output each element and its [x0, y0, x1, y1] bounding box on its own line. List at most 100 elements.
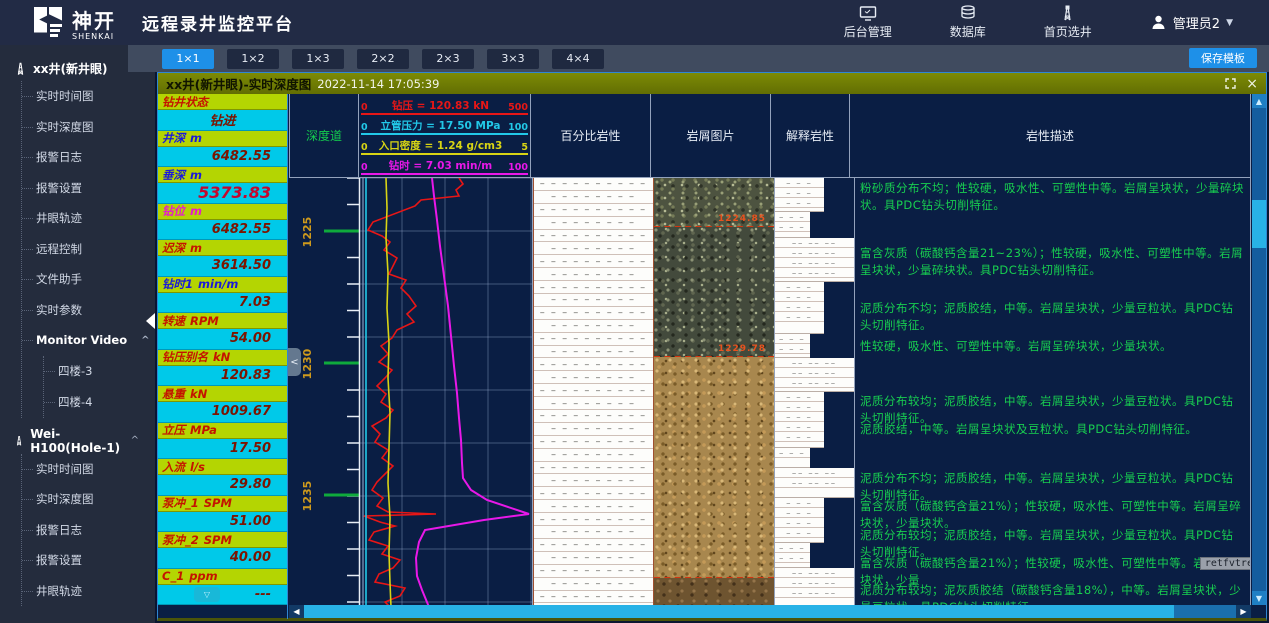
param-value-text: 51.00 — [230, 514, 271, 529]
scroll-left-button[interactable]: ◀ — [289, 605, 304, 618]
lithology-symbol-row: ‒ ‒ ‒ ‒ ‒ ‒ ‒ ‒ — [534, 500, 653, 513]
param-value: 6482.55 — [158, 220, 287, 241]
param-value: 3614.50 — [158, 256, 287, 277]
tab-layout-4×4[interactable]: 4×4 — [552, 49, 604, 69]
sidebar-collapse-arrow-icon[interactable] — [146, 313, 155, 329]
layout-tabs: 1×1 1×2 1×3 2×2 2×3 3×3 4×4 — [162, 49, 604, 69]
sidebar-item-报警设置[interactable]: 报警设置 — [22, 545, 155, 576]
tab-layout-3×3[interactable]: 3×3 — [487, 49, 539, 69]
sidebar-item-井眼轨迹[interactable]: 井眼轨迹 — [22, 576, 155, 607]
chart-column-headers: 深度道0钻压 = 120.83 kN5000立管压力 = 17.50 MPa10… — [289, 94, 1251, 178]
derrick-icon — [14, 61, 27, 76]
sidebar-item-报警日志[interactable]: 报警日志 — [22, 142, 155, 173]
tab-layout-1×3[interactable]: 1×3 — [292, 49, 344, 69]
sidebar-item-实时参数[interactable]: 实时参数 — [22, 295, 155, 326]
menu-backend-management[interactable]: 后台管理 — [844, 6, 892, 40]
param-name: C_1 — [162, 569, 184, 583]
close-icon[interactable]: × — [1246, 77, 1258, 91]
sidebar-item-远程控制[interactable]: 远程控制 — [22, 234, 155, 265]
scroll-right-button[interactable]: ▶ — [1236, 605, 1251, 618]
param-name: 钻井状态 — [162, 94, 208, 110]
lithology-symbol-row: ‒ ‒ ‒ ‒ ‒ ‒ ‒ ‒ ‒ ‒ — [534, 487, 653, 500]
tab-layout-2×2[interactable]: 2×2 — [357, 49, 409, 69]
lithology-symbol-row: ‒ ‒ ‒ — [775, 412, 824, 422]
param-label: 垂深m — [158, 167, 287, 183]
menu-home-well-select[interactable]: 首页选井 — [1044, 5, 1092, 40]
scroll-down-button[interactable]: ▼ — [1252, 591, 1266, 605]
curve-legend-row: 0钻压 = 120.83 kN500 — [361, 97, 528, 115]
lithology-symbol-row: ‒ ‒ ‒ — [775, 212, 810, 222]
lithology-symbol-row: ‒ ‒ ‒ — [775, 188, 824, 198]
lithology-symbol-row: ‒ ‒ ‒ ‒ ‒ ‒ ‒ ‒ — [534, 552, 653, 565]
lithology-symbol-row: ‒ ‒ ‒ — [775, 392, 824, 402]
lithology-symbol-row: ‒‒ ‒‒ ‒‒ — [775, 468, 854, 478]
lithology-symbol-row: ‒ ‒ ‒ ‒ ‒ ‒ ‒ ‒ — [534, 526, 653, 539]
param-unit: m — [190, 204, 202, 218]
save-template-button[interactable]: 保存模板 — [1189, 48, 1257, 68]
lithology-description: 泥质分布较均；泥灰质胶结（碳酸钙含量18%），中等。岩屑呈块状，少量豆粒状。具P… — [860, 582, 1244, 607]
sidebar-item-实时深度图[interactable]: 实时深度图 — [22, 484, 155, 515]
param-value-text: 54.00 — [230, 331, 271, 346]
lithology-symbol-row: ‒ ‒ ‒ ‒ ‒ ‒ ‒ ‒ — [534, 578, 653, 591]
sidebar-item-报警日志[interactable]: 报警日志 — [22, 515, 155, 546]
curve-min: 0 — [361, 162, 379, 173]
tab-layout-1×2[interactable]: 1×2 — [227, 49, 279, 69]
lithology-symbol-row: ‒ ‒ ‒ ‒ ‒ ‒ ‒ ‒ ‒ ‒ — [534, 255, 653, 268]
menu-database[interactable]: 数据库 — [950, 5, 986, 40]
curve-min: 0 — [361, 102, 379, 113]
lithology-symbol-row: ‒‒ ‒‒ ‒‒ — [775, 588, 854, 598]
param-name: 转速 — [162, 313, 185, 329]
param-name: 钻时1 — [162, 276, 193, 292]
sidebar-item-井眼轨迹[interactable]: 井眼轨迹 — [22, 203, 155, 234]
lithology-symbol-row: ‒ ‒ ‒ ‒ ‒ ‒ ‒ ‒ ‒ ‒ — [534, 591, 653, 604]
scroll-up-button[interactable]: ▲ — [1252, 94, 1266, 108]
param-name: 泵冲_2 — [162, 532, 199, 548]
interpreted-lithology-segment: ‒ ‒ ‒‒ ‒ ‒ — [775, 543, 810, 568]
param-label: 悬重kN — [158, 386, 287, 402]
sidebar-item-monitor-video[interactable]: Monitor Video^ — [22, 325, 155, 356]
window-title: xx井(新井眼)-实时深度图 — [166, 74, 311, 93]
tab-layout-1×1[interactable]: 1×1 — [162, 49, 214, 69]
sidebar-item-实时时间图[interactable]: 实时时间图 — [22, 454, 155, 485]
panel-collapse-tab[interactable]: < — [288, 348, 301, 376]
lithology-symbol-row: ‒ ‒ ‒ ‒ ‒ ‒ ‒ ‒ ‒ ‒ — [534, 436, 653, 449]
horizontal-scroll-thumb[interactable] — [304, 605, 1174, 618]
param-label: 转速RPM — [158, 313, 287, 329]
param-dropdown-button[interactable]: ▽ — [194, 587, 220, 602]
sidebar-item-报警设置[interactable]: 报警设置 — [22, 173, 155, 204]
user-menu[interactable]: 管理员2 ▼ — [1150, 13, 1233, 32]
interpreted-lithology-segment: ‒ ‒ ‒‒ ‒ ‒‒ ‒ ‒ — [775, 178, 824, 212]
lithology-symbol-row: ‒ ‒ ‒ — [775, 422, 824, 432]
param-name: 迟深 — [162, 240, 185, 256]
photo-depth-label: 1229.78 — [718, 344, 766, 354]
column-header-percent-lithology: 百分比岩性 — [530, 94, 651, 177]
sidebar-well-node[interactable]: Wei-H100(Hole-1)^ — [14, 428, 155, 454]
svg-text:1225: 1225 — [301, 217, 314, 248]
lithology-symbol-row: ‒ ‒ ‒ — [775, 282, 824, 292]
user-name: 管理员2 — [1173, 13, 1220, 32]
curve-钻时 — [416, 178, 529, 607]
sidebar-item-实时时间图[interactable]: 实时时间图 — [22, 81, 155, 112]
lithology-description-track: 粉砂质分布不均；性较硬，吸水性、可塑性中等。岩屑呈块状，少量碎块状。具PDC钻头… — [855, 178, 1251, 607]
tab-layout-2×3[interactable]: 2×3 — [422, 49, 474, 69]
curve-name-value: 入口密度 = 1.24 g/cm3 — [379, 138, 503, 153]
sidebar-item-文件助手[interactable]: 文件助手 — [22, 264, 155, 295]
sidebar-item-四楼-4[interactable]: 四楼-4 — [44, 387, 155, 418]
collapse-caret-icon[interactable]: ^ — [131, 435, 139, 446]
vertical-scroll-thumb[interactable] — [1252, 200, 1266, 248]
well-tree: xx井(新井眼)^实时时间图实时深度图报警日志报警设置井眼轨迹远程控制文件助手实… — [0, 45, 155, 606]
param-value: 钻进 — [158, 110, 287, 131]
param-unit: MPa — [190, 423, 217, 437]
collapse-caret-icon[interactable]: ^ — [141, 335, 149, 346]
sidebar-item-四楼-3[interactable]: 四楼-3 — [44, 356, 155, 387]
sidebar: xx井(新井眼)^实时时间图实时深度图报警日志报警设置井眼轨迹远程控制文件助手实… — [0, 45, 155, 623]
param-unit: ppm — [189, 569, 217, 583]
curve-legend-row: 0钻时 = 7.03 min/m100 — [361, 157, 528, 175]
interpreted-lithology-segment: ‒‒ ‒‒ ‒‒‒‒ ‒‒ ‒‒ — [775, 468, 854, 498]
depth-chart-window: xx井(新井眼)-实时深度图 2022-11-14 17:05:39 × 钻井状… — [157, 72, 1267, 621]
lithology-symbol-row: ‒ ‒ ‒ ‒ ‒ ‒ ‒ ‒ — [534, 371, 653, 384]
maximize-icon[interactable] — [1225, 78, 1236, 89]
sidebar-item-实时深度图[interactable]: 实时深度图 — [22, 112, 155, 143]
brand-name-cn: 神开 — [72, 5, 116, 34]
param-value-text: 29.80 — [230, 477, 271, 492]
